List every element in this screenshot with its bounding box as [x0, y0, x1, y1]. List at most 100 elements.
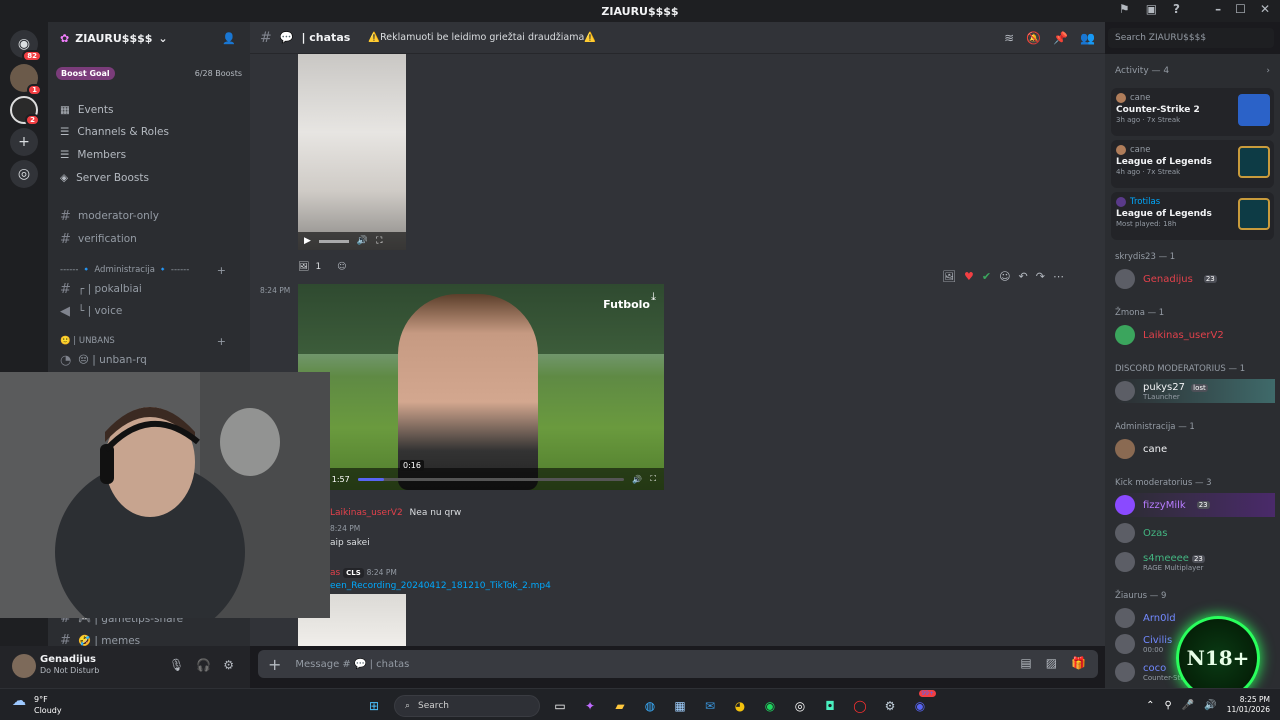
maximize-icon[interactable]: ☐: [1235, 2, 1246, 16]
activity-header[interactable]: Activity — 4 ›: [1115, 66, 1270, 76]
member-item[interactable]: cane: [1115, 437, 1167, 461]
menu-members[interactable]: ☰ Members: [60, 145, 126, 165]
fullscreen-icon[interactable]: ⛶: [650, 474, 656, 484]
microphone-icon[interactable]: 🎙: [169, 658, 184, 672]
taskbar-search[interactable]: ⌕ Search: [394, 695, 540, 717]
network-icon[interactable]: ⚲: [1165, 700, 1172, 711]
server-icon-1[interactable]: 1: [10, 64, 42, 96]
weather-widget[interactable]: ☁ 9°F Cloudy: [12, 694, 62, 716]
close-icon[interactable]: ✕: [1260, 2, 1270, 16]
file-explorer-icon[interactable]: ▰: [610, 696, 630, 716]
chevron-up-icon[interactable]: ⌃: [1146, 700, 1154, 711]
task-view-icon[interactable]: ▭: [550, 696, 570, 716]
plus-icon[interactable]: +: [217, 335, 226, 348]
progress-bar[interactable]: [318, 239, 349, 243]
video-attachment-1[interactable]: [298, 54, 406, 250]
file-link[interactable]: een_Recording_20240412_181210_TikTok_2.m…: [330, 581, 551, 591]
server-header[interactable]: ✿ ZIAURU$$$$ ⌄ 👤: [48, 22, 250, 54]
member-item[interactable]: s4meeee 23 RAGE Multiplayer: [1115, 550, 1205, 574]
category-label: ------ 🔹 Administracija 🔹 ------: [60, 265, 190, 275]
menu-channels-roles[interactable]: ☰ Channels & Roles: [60, 122, 169, 142]
add-reaction-icon[interactable]: ☺: [337, 262, 346, 272]
message-composer[interactable]: + Message # 💬 | chatas ▤ ▨ 🎁: [258, 650, 1098, 678]
category-administracija[interactable]: ------ 🔹 Administracija 🔹 ------ +: [60, 262, 238, 278]
member-item[interactable]: fizzyMilk 23: [1115, 493, 1275, 517]
reaction[interactable]: 🖼 1 ☺: [298, 258, 347, 276]
avatar[interactable]: [12, 654, 36, 678]
search-input[interactable]: Search ZIAURU$$$$: [1108, 28, 1274, 48]
play-icon[interactable]: ▶: [304, 236, 311, 246]
fullscreen-icon[interactable]: ⛶: [376, 236, 382, 246]
volume-icon[interactable]: 🔊: [1204, 700, 1216, 711]
channel-unban-rq[interactable]: ◔ 😔 | unban-rq: [60, 350, 147, 370]
inbox-icon[interactable]: ⚑: [1119, 2, 1130, 16]
boost-goal[interactable]: Boost Goal 6/28 Boosts: [56, 64, 242, 82]
forward-icon[interactable]: ↷: [1036, 270, 1045, 283]
member-item[interactable]: Genadijus 23: [1115, 267, 1217, 291]
add-reaction-icon[interactable]: ☺: [999, 270, 1010, 283]
menu-server-boosts[interactable]: ◈ Server Boosts: [60, 168, 149, 188]
sticker-icon[interactable]: ▤: [1020, 656, 1031, 670]
download-icon[interactable]: ⤓: [651, 290, 656, 304]
attach-plus-icon[interactable]: +: [268, 655, 281, 674]
channel-pokalbiai[interactable]: # ┌ | pokalbiai: [60, 279, 142, 299]
member-item[interactable]: Arn0ld: [1115, 606, 1176, 630]
activity-card[interactable]: Trotilas League of Legends Most played: …: [1111, 192, 1274, 240]
clock[interactable]: 8:25 PM 11/01/2026: [1227, 695, 1270, 715]
activity-card[interactable]: cane Counter-Strike 2 3h ago · 7x Streak: [1111, 88, 1274, 136]
more-icon[interactable]: ⋯: [1053, 270, 1064, 283]
discover-button[interactable]: ◎: [10, 160, 38, 188]
windows-start-icon[interactable]: ⊞: [364, 696, 384, 716]
discord-taskbar-icon[interactable]: ◉ 99+: [910, 690, 936, 716]
gif-icon[interactable]: ▨: [1046, 656, 1057, 670]
gift-icon[interactable]: 🎁: [1071, 656, 1086, 670]
add-server-button[interactable]: +: [10, 128, 38, 156]
channel-moderator-only[interactable]: # moderator-only: [60, 206, 159, 226]
volume-icon[interactable]: 🔊: [357, 236, 368, 246]
microphone-tray-icon[interactable]: 🎤: [1182, 700, 1194, 711]
volume-icon[interactable]: 🔊: [632, 475, 642, 484]
copilot-icon[interactable]: ✦: [580, 696, 600, 716]
app-icon-2[interactable]: ◘: [820, 696, 840, 716]
message-author[interactable]: Laikinas_userV2: [330, 508, 403, 518]
reaction-image-icon[interactable]: 🖼: [942, 270, 956, 283]
opera-icon[interactable]: ◯: [850, 696, 870, 716]
member-item[interactable]: Ozas: [1115, 521, 1167, 545]
monitor-icon[interactable]: ▣: [1146, 2, 1157, 16]
app-icon[interactable]: ◎: [790, 696, 810, 716]
server-icon-active[interactable]: 2: [10, 96, 40, 126]
member-item[interactable]: Laikinas_userV2: [1115, 323, 1224, 347]
plus-icon[interactable]: +: [217, 264, 226, 277]
menu-events[interactable]: ▦ Events: [60, 100, 113, 120]
steam-icon[interactable]: ⚙: [880, 696, 900, 716]
message-author[interactable]: as: [330, 568, 340, 578]
member-item[interactable]: pukys27 lost TLauncher: [1115, 379, 1275, 403]
member-item[interactable]: Civilis 00:00: [1115, 632, 1172, 656]
video-attachment-2[interactable]: Futbolo ⤓ 0:11 / 1:57 🔊 ⛶ 0:16: [298, 284, 664, 490]
mute-bell-icon[interactable]: 🔕: [1026, 31, 1041, 45]
spotify-icon[interactable]: ◉: [760, 696, 780, 716]
channel-voice[interactable]: ◀ └ | voice: [60, 301, 122, 321]
pin-icon[interactable]: 📌: [1053, 31, 1068, 45]
heart-icon[interactable]: ♥: [964, 270, 974, 283]
member-list-icon[interactable]: 👥: [1080, 31, 1095, 45]
mail-icon[interactable]: ✉: [700, 696, 720, 716]
help-icon[interactable]: ?: [1173, 2, 1180, 16]
video-progress-bar[interactable]: [357, 477, 625, 481]
invite-icon[interactable]: 👤: [222, 32, 236, 45]
settings-icon[interactable]: ⚙: [223, 658, 234, 672]
activity-card[interactable]: cane League of Legends 4h ago · 7x Strea…: [1111, 140, 1274, 188]
threads-icon[interactable]: ≋: [1004, 31, 1014, 45]
chevron-right-icon: ›: [1266, 66, 1270, 76]
chrome-icon[interactable]: ◕: [730, 696, 750, 716]
store-icon[interactable]: ▦: [670, 696, 690, 716]
minimize-icon[interactable]: –: [1215, 2, 1221, 16]
edge-icon[interactable]: ◍: [640, 696, 660, 716]
reply-icon[interactable]: ↶: [1019, 270, 1028, 283]
category-unbans[interactable]: 🙂 | UNBANS +: [60, 333, 238, 349]
channel-verification[interactable]: # verification: [60, 229, 137, 249]
headphones-icon[interactable]: 🎧: [196, 658, 211, 672]
check-icon[interactable]: ✔: [982, 270, 991, 283]
channel-topic[interactable]: ⚠️Reklamuoti be leidimo griežtai draudži…: [368, 32, 596, 43]
home-button[interactable]: ◉ 82: [10, 30, 42, 62]
